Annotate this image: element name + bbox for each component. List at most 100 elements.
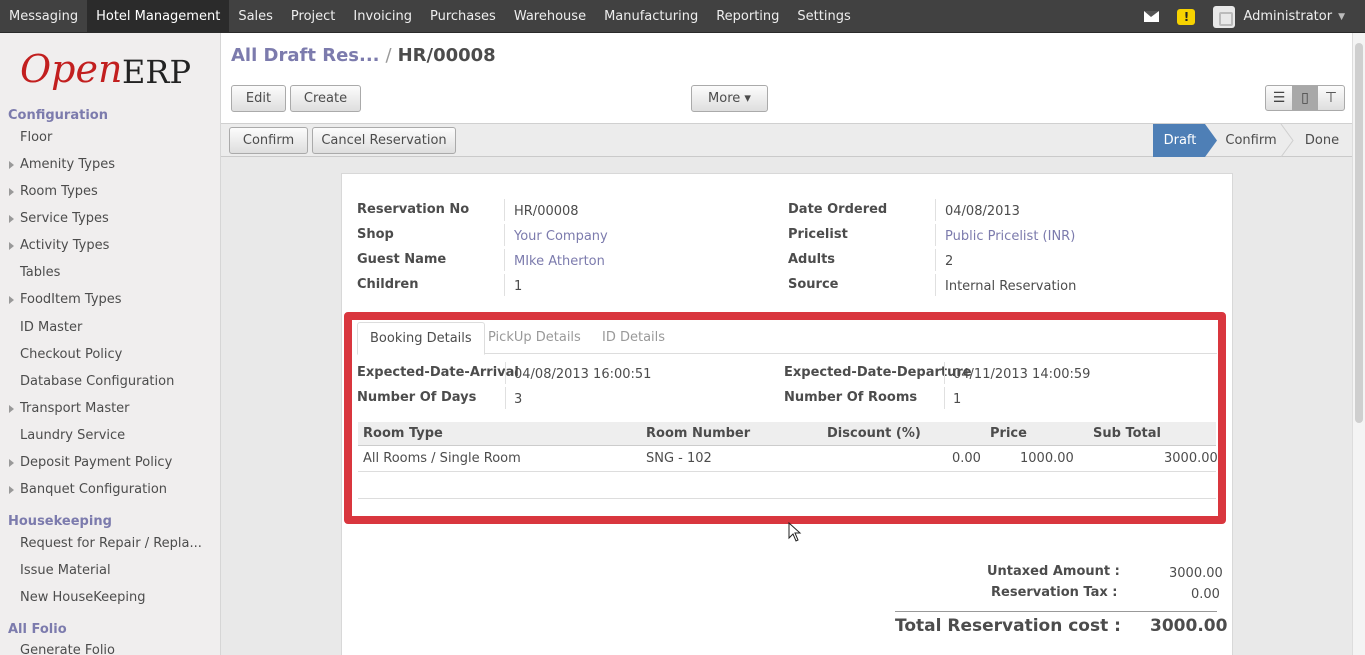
- openerp-logo[interactable]: Open ERP: [20, 47, 205, 97]
- scrollbar-thumb[interactable]: [1355, 43, 1363, 423]
- sidebar-item-request-repair[interactable]: Request for Repair / Repla...: [20, 536, 202, 551]
- expand-icon[interactable]: [9, 215, 14, 223]
- more-button[interactable]: More ▾: [691, 85, 768, 112]
- menu-invoicing[interactable]: Invoicing: [344, 0, 421, 33]
- chevron-down-icon[interactable]: ▼: [1338, 12, 1345, 22]
- breadcrumb-parent-link[interactable]: All Draft Res...: [231, 45, 380, 66]
- view-switcher: ☰ ▯ ⊤: [1265, 85, 1345, 111]
- mail-icon[interactable]: [1144, 11, 1160, 22]
- avatar[interactable]: [1213, 5, 1236, 28]
- adults-label: Adults: [788, 252, 836, 267]
- menu-reporting[interactable]: Reporting: [707, 0, 788, 33]
- divider: [504, 274, 505, 296]
- form-view-icon[interactable]: ▯: [1292, 86, 1318, 110]
- create-button[interactable]: Create: [290, 85, 361, 112]
- main-content: All Draft Res... / HR/00008 Edit Create Mo…: [221, 33, 1352, 655]
- menu-purchases[interactable]: Purchases: [421, 0, 505, 33]
- menu-hotel-management[interactable]: Hotel Management: [87, 0, 230, 33]
- breadcrumb-separator: /: [385, 45, 392, 66]
- pricelist-label: Pricelist: [788, 227, 848, 242]
- logo-erp: ERP: [122, 53, 191, 91]
- sidebar-item-database-configuration[interactable]: Database Configuration: [20, 374, 174, 389]
- sidebar-item-issue-material[interactable]: Issue Material: [20, 563, 111, 578]
- cancel-reservation-button[interactable]: Cancel Reservation: [312, 127, 456, 154]
- sidebar-item-banquet-configuration[interactable]: Banquet Configuration: [9, 482, 167, 497]
- sidebar-item-fooditem-types[interactable]: FoodItem Types: [9, 292, 122, 307]
- expand-icon[interactable]: [9, 161, 14, 169]
- sidebar-item-amenity-types[interactable]: Amenity Types: [9, 157, 115, 172]
- expand-icon[interactable]: [9, 486, 14, 494]
- sidebar-item-floor[interactable]: Floor: [20, 130, 52, 145]
- sidebar-item-generate-folio[interactable]: Generate Folio: [20, 643, 115, 655]
- shop-link[interactable]: Your Company: [514, 229, 608, 244]
- sidebar-item-room-types[interactable]: Room Types: [9, 184, 98, 199]
- top-bar: Messaging Hotel Management Sales Project…: [0, 0, 1365, 33]
- pricelist-link[interactable]: Public Pricelist (INR): [945, 229, 1075, 244]
- list-view-icon[interactable]: ☰: [1266, 86, 1292, 110]
- stage-done[interactable]: Done: [1297, 124, 1347, 157]
- expand-icon[interactable]: [9, 242, 14, 250]
- form-background: Reservation No HR/00008 Shop Your Compan…: [221, 157, 1352, 655]
- logo-open: Open: [20, 47, 123, 91]
- reservation-tax-label: Reservation Tax :: [991, 585, 1118, 600]
- menu-project[interactable]: Project: [282, 0, 344, 33]
- total-cost-label: Total Reservation cost :: [895, 616, 1121, 636]
- children-value: 1: [514, 279, 523, 294]
- sidebar-item-tables[interactable]: Tables: [20, 265, 60, 280]
- divider: [935, 224, 936, 246]
- section-configuration: Configuration: [8, 108, 108, 123]
- sidebar-item-new-housekeeping[interactable]: New HouseKeeping: [20, 590, 145, 605]
- stage-draft[interactable]: Draft: [1153, 124, 1207, 157]
- reservation-no-label: Reservation No: [357, 202, 470, 217]
- top-right-tools: ! Administrator ▼: [1144, 0, 1345, 33]
- expand-icon[interactable]: [9, 405, 14, 413]
- sidebar-item-transport-master[interactable]: Transport Master: [9, 401, 130, 416]
- sidebar-item-laundry-service[interactable]: Laundry Service: [20, 428, 125, 443]
- breadcrumb: All Draft Res... / HR/00008: [231, 45, 496, 66]
- menu-manufacturing[interactable]: Manufacturing: [595, 0, 707, 33]
- menu-settings[interactable]: Settings: [788, 0, 859, 33]
- date-ordered-value: 04/08/2013: [945, 204, 1020, 219]
- divider: [935, 274, 936, 296]
- stage-confirm[interactable]: Confirm: [1221, 124, 1281, 157]
- sidebar-item-checkout-policy[interactable]: Checkout Policy: [20, 347, 122, 362]
- expand-icon[interactable]: [9, 296, 14, 304]
- source-value: Internal Reservation: [945, 279, 1077, 294]
- reservation-tax-value: 0.00: [1191, 587, 1220, 602]
- menu-messaging[interactable]: Messaging: [0, 0, 87, 33]
- top-menu: Messaging Hotel Management Sales Project…: [0, 0, 860, 33]
- date-ordered-label: Date Ordered: [788, 202, 888, 217]
- children-label: Children: [357, 277, 419, 292]
- section-housekeeping: Housekeeping: [8, 514, 112, 529]
- highlight-box: [344, 312, 1226, 524]
- confirm-button[interactable]: Confirm: [229, 127, 308, 154]
- expand-icon[interactable]: [9, 188, 14, 196]
- adults-value: 2: [945, 254, 954, 269]
- sidebar-item-service-types[interactable]: Service Types: [9, 211, 109, 226]
- section-all-folio: All Folio: [8, 622, 67, 637]
- shop-label: Shop: [357, 227, 394, 242]
- menu-warehouse[interactable]: Warehouse: [505, 0, 595, 33]
- divider: [504, 249, 505, 271]
- untaxed-amount-label: Untaxed Amount :: [987, 564, 1120, 579]
- scrollbar[interactable]: [1352, 33, 1365, 655]
- totals-divider: [895, 611, 1217, 612]
- sidebar-item-id-master[interactable]: ID Master: [20, 320, 82, 335]
- cursor-icon: [788, 522, 802, 542]
- user-menu[interactable]: Administrator: [1243, 9, 1332, 24]
- sidebar-item-activity-types[interactable]: Activity Types: [9, 238, 109, 253]
- calendar-view-icon[interactable]: ⊤: [1318, 86, 1344, 110]
- divider: [935, 249, 936, 271]
- guest-name-link[interactable]: MIke Atherton: [514, 254, 605, 269]
- expand-icon[interactable]: [9, 459, 14, 467]
- sidebar-item-deposit-payment-policy[interactable]: Deposit Payment Policy: [9, 455, 172, 470]
- warning-icon[interactable]: !: [1177, 8, 1196, 25]
- source-label: Source: [788, 277, 839, 292]
- divider: [504, 199, 505, 221]
- edit-button[interactable]: Edit: [231, 85, 286, 112]
- untaxed-amount-value: 3000.00: [1169, 566, 1223, 581]
- status-bar: Confirm Cancel Reservation Draft Confirm…: [221, 123, 1352, 157]
- menu-sales[interactable]: Sales: [229, 0, 282, 33]
- divider: [935, 199, 936, 221]
- reservation-no-value: HR/00008: [514, 204, 579, 219]
